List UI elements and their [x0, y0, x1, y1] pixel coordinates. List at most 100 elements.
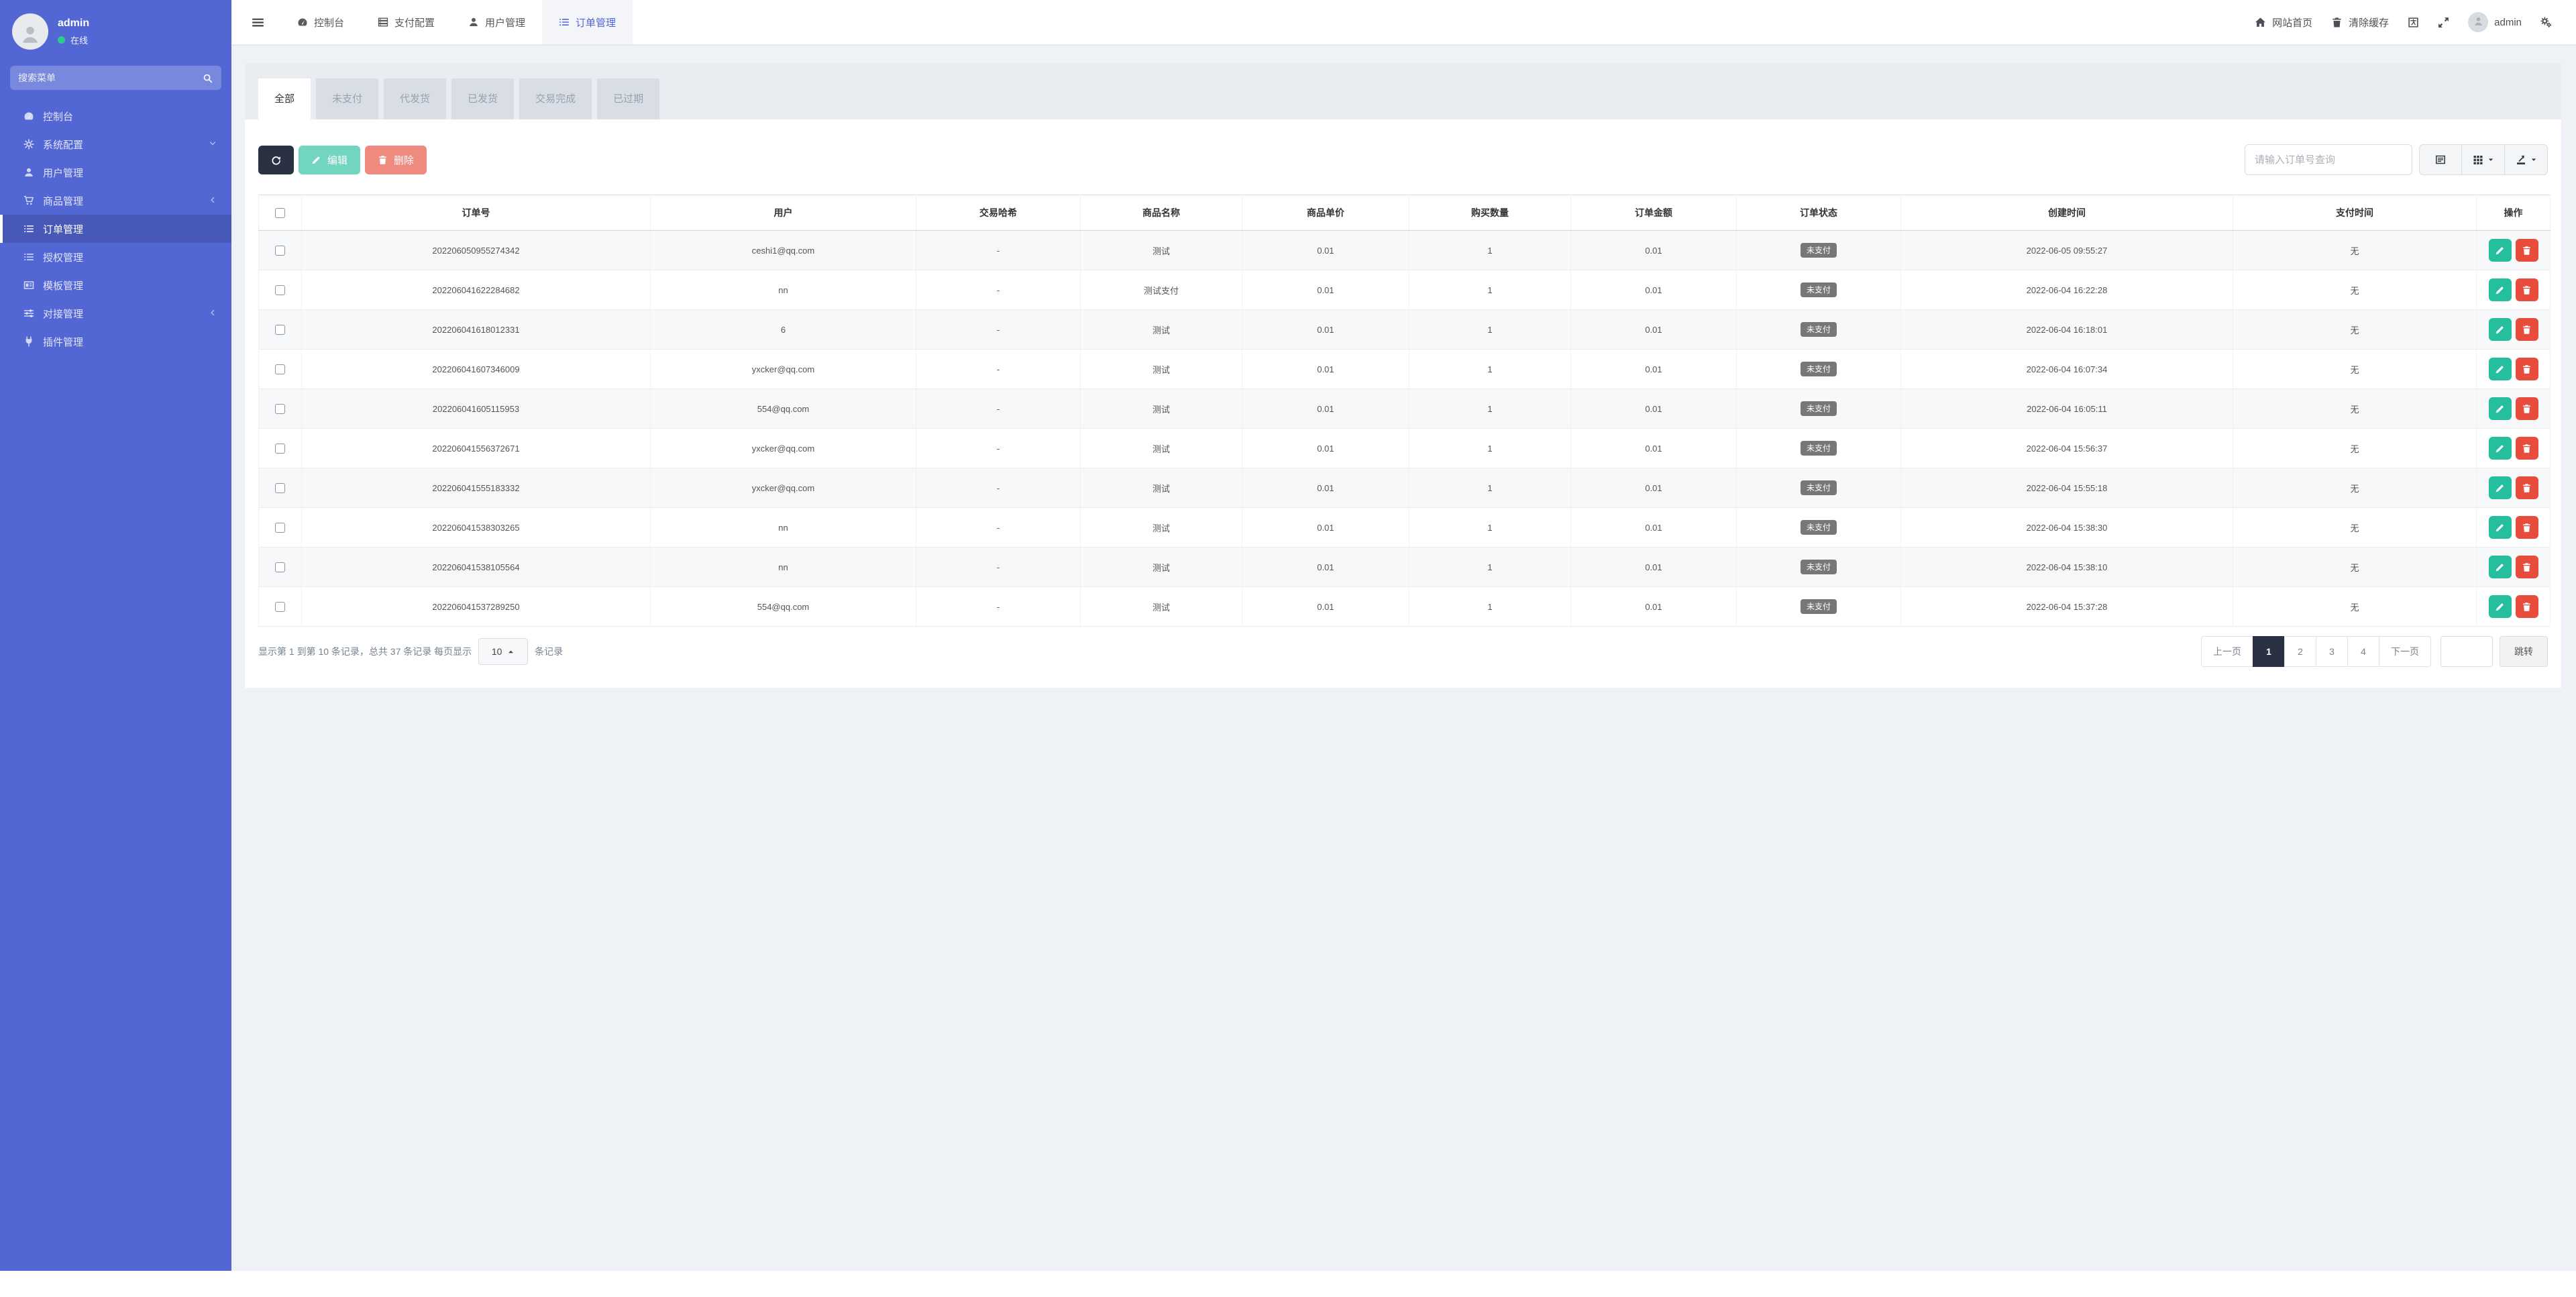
- edit-button[interactable]: 编辑: [299, 145, 361, 174]
- row-checkbox[interactable]: [275, 404, 285, 415]
- tab-未支付[interactable]: 未支付: [316, 79, 379, 119]
- translate-button[interactable]: [2398, 17, 2428, 28]
- site-home-link[interactable]: 网站首页: [2245, 15, 2322, 30]
- sidebar-item-系统配置[interactable]: 系统配置: [0, 130, 231, 158]
- row-checkbox[interactable]: [275, 285, 285, 296]
- row-checkbox[interactable]: [275, 246, 285, 256]
- row-delete-button[interactable]: [2515, 318, 2538, 341]
- translate-icon: [2408, 17, 2419, 28]
- row-delete-button[interactable]: [2515, 437, 2538, 460]
- status-cell: 未支付: [1736, 586, 1901, 627]
- row-delete-button[interactable]: [2515, 595, 2538, 618]
- row-checkbox[interactable]: [275, 562, 285, 573]
- row-delete-button[interactable]: [2515, 239, 2538, 262]
- detail-view-button[interactable]: [2419, 144, 2462, 175]
- row-checkbox[interactable]: [275, 523, 285, 533]
- clear-cache-link[interactable]: 清除缓存: [2322, 15, 2398, 30]
- order-no-cell: 202206041537289250: [301, 586, 651, 627]
- sidebar-menu: 控制台 系统配置 用户管理 商品管理 订单管理 授权管理 模板管理 对接管理 插件管理: [0, 102, 231, 356]
- select-cell: [258, 349, 302, 389]
- orders-card: 编辑 删除 订单号用户交易哈希商品名称商品单价购买数量订单金额订单状态: [245, 119, 2561, 688]
- sidebar-toggle-button[interactable]: [231, 0, 280, 44]
- server-icon: [378, 17, 388, 28]
- row-delete-button[interactable]: [2515, 397, 2538, 420]
- row-delete-button[interactable]: [2515, 358, 2538, 380]
- nav-tab-订单管理[interactable]: 订单管理: [542, 0, 633, 44]
- sidebar: admin 在线 控制台系统配置用户管理商品管理订单管理授权管理模板管理对接管理…: [0, 0, 231, 1271]
- columns-button[interactable]: [2462, 144, 2505, 175]
- user-cell: yxcker@qq.com: [650, 468, 916, 508]
- sidebar-item-对接管理[interactable]: 对接管理: [0, 299, 231, 327]
- row-edit-button[interactable]: [2488, 437, 2512, 460]
- export-button[interactable]: [2505, 144, 2548, 175]
- refresh-button[interactable]: [258, 145, 294, 174]
- tab-全部[interactable]: 全部: [258, 79, 311, 119]
- pagination-info: 显示第 1 到第 10 条记录，总共 37 条记录 每页显示 10 条记录: [258, 638, 563, 665]
- amount-cell: 0.01: [1570, 230, 1737, 270]
- status-badge: 未支付: [1800, 560, 1837, 574]
- price-cell: 0.01: [1242, 309, 1409, 350]
- paid-time-cell: 无: [2233, 507, 2477, 548]
- sidebar-item-商品管理[interactable]: 商品管理: [0, 187, 231, 215]
- row-edit-button[interactable]: [2488, 358, 2512, 380]
- tab-已发货[interactable]: 已发货: [451, 79, 515, 119]
- sidebar-item-授权管理[interactable]: 授权管理: [0, 243, 231, 271]
- page-button-下一页[interactable]: 下一页: [2379, 636, 2431, 667]
- row-edit-button[interactable]: [2488, 476, 2512, 499]
- tab-交易完成[interactable]: 交易完成: [519, 79, 592, 119]
- tab-代发货[interactable]: 代发货: [384, 79, 447, 119]
- settings-button[interactable]: [2531, 17, 2561, 28]
- row-checkbox[interactable]: [275, 364, 285, 375]
- nav-tab-支付配置[interactable]: 支付配置: [361, 0, 451, 44]
- status-cell: 未支付: [1736, 468, 1901, 508]
- page-button-上一页[interactable]: 上一页: [2201, 636, 2253, 667]
- delete-button[interactable]: 删除: [365, 145, 427, 174]
- user-menu[interactable]: admin: [2459, 12, 2531, 32]
- sidebar-item-用户管理[interactable]: 用户管理: [0, 158, 231, 187]
- sidebar-item-订单管理[interactable]: 订单管理: [0, 215, 231, 243]
- row-delete-button[interactable]: [2515, 516, 2538, 539]
- row-delete-button[interactable]: [2515, 476, 2538, 499]
- avatar[interactable]: [12, 13, 48, 50]
- row-edit-button[interactable]: [2488, 278, 2512, 301]
- page-button-4[interactable]: 4: [2347, 636, 2379, 667]
- row-delete-button[interactable]: [2515, 278, 2538, 301]
- row-delete-button[interactable]: [2515, 556, 2538, 578]
- table-row: 202206050955274342 ceshi1@qq.com - 测试 0.01 1 0…: [258, 230, 2551, 270]
- order-search-input[interactable]: [2245, 144, 2412, 175]
- row-edit-button[interactable]: [2488, 556, 2512, 578]
- actions-cell: [2476, 468, 2551, 508]
- page-button-2[interactable]: 2: [2284, 636, 2316, 667]
- column-header-订单状态: 订单状态: [1736, 195, 1901, 231]
- tab-已过期[interactable]: 已过期: [597, 79, 660, 119]
- jump-button[interactable]: 跳转: [2500, 636, 2548, 667]
- row-checkbox[interactable]: [275, 483, 285, 494]
- page-button-3[interactable]: 3: [2316, 636, 2348, 667]
- row-edit-button[interactable]: [2488, 397, 2512, 420]
- product-cell: 测试: [1080, 507, 1242, 548]
- page-size-select[interactable]: 10: [478, 638, 529, 665]
- caret-up-icon: [507, 648, 515, 656]
- sidebar-search-input[interactable]: [18, 72, 197, 83]
- sidebar-item-模板管理[interactable]: 模板管理: [0, 271, 231, 299]
- column-header-商品单价: 商品单价: [1242, 195, 1409, 231]
- page-button-1[interactable]: 1: [2253, 636, 2285, 667]
- actions-cell: [2476, 428, 2551, 468]
- jump-page-input[interactable]: [2440, 636, 2493, 667]
- nav-tab-用户管理[interactable]: 用户管理: [451, 0, 542, 44]
- amount-cell: 0.01: [1570, 507, 1737, 548]
- sidebar-item-插件管理[interactable]: 插件管理: [0, 327, 231, 356]
- row-edit-button[interactable]: [2488, 239, 2512, 262]
- sidebar-item-控制台[interactable]: 控制台: [0, 102, 231, 130]
- column-header-商品名称: 商品名称: [1080, 195, 1242, 231]
- row-checkbox[interactable]: [275, 325, 285, 335]
- nav-tab-控制台[interactable]: 控制台: [280, 0, 361, 44]
- sidebar-search-button[interactable]: [197, 68, 217, 88]
- select-all-checkbox[interactable]: [275, 208, 285, 219]
- row-edit-button[interactable]: [2488, 516, 2512, 539]
- row-checkbox[interactable]: [275, 602, 285, 613]
- row-edit-button[interactable]: [2488, 318, 2512, 341]
- row-checkbox[interactable]: [275, 444, 285, 454]
- row-edit-button[interactable]: [2488, 595, 2512, 618]
- fullscreen-button[interactable]: [2428, 17, 2459, 28]
